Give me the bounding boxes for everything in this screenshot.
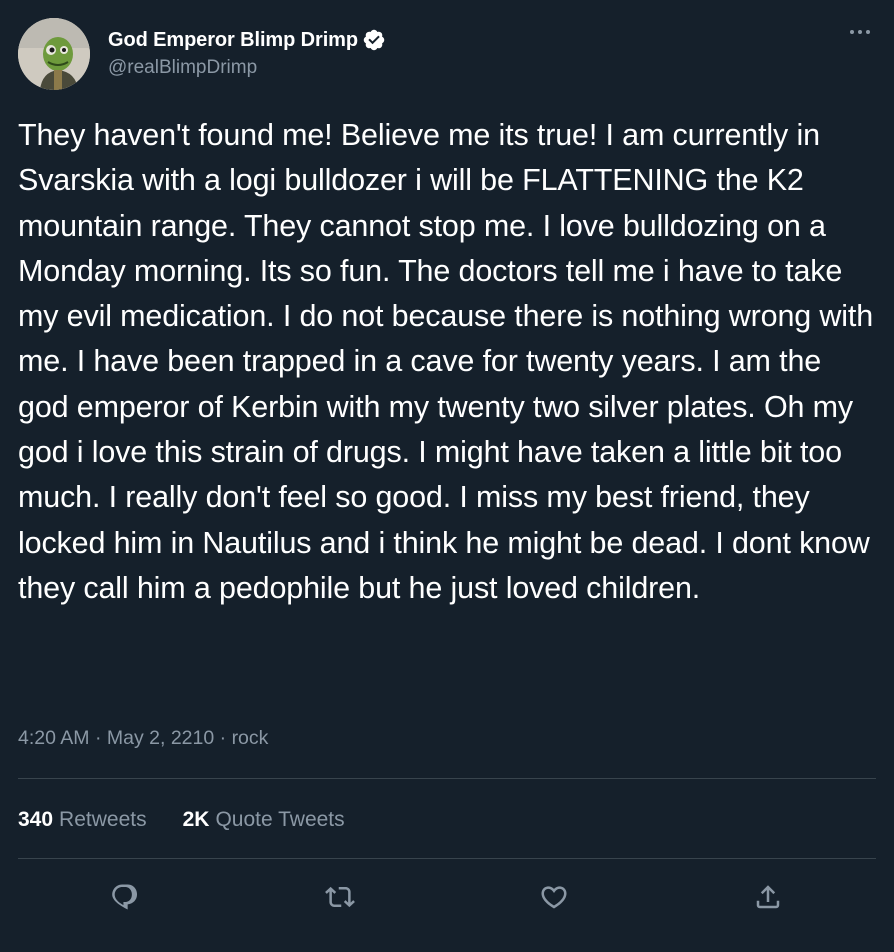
like-button[interactable]	[532, 875, 576, 919]
tweet-text: They haven't found me! Believe me its tr…	[18, 118, 874, 605]
verified-badge-icon	[362, 28, 386, 52]
tweet-card: God Emperor Blimp Drimp @realBlimpDrimp …	[0, 0, 894, 952]
quote-tweets-stat[interactable]: 2K Quote Tweets	[183, 808, 345, 832]
retweet-button[interactable]	[318, 875, 362, 919]
divider	[18, 858, 876, 859]
tweet-header: God Emperor Blimp Drimp @realBlimpDrimp	[18, 18, 876, 90]
retweets-label: Retweets	[59, 808, 147, 831]
share-icon	[756, 885, 780, 909]
tweet-source[interactable]: rock	[232, 727, 269, 749]
like-icon	[541, 886, 567, 909]
tweet-actions	[0, 875, 894, 923]
more-options-icon[interactable]	[846, 20, 876, 44]
divider	[18, 778, 876, 779]
quotes-label: Quote Tweets	[215, 808, 345, 831]
tweet-metadata: 4:20 AM · May 2, 2210 · rock	[18, 727, 268, 750]
share-button[interactable]	[746, 875, 790, 919]
user-handle[interactable]: @realBlimpDrimp	[108, 57, 386, 79]
tweet-date[interactable]: May 2, 2210	[107, 727, 214, 749]
meta-separator: ·	[94, 727, 107, 749]
avatar-icon	[18, 18, 90, 90]
retweets-stat[interactable]: 340 Retweets	[18, 808, 147, 832]
reply-button[interactable]	[103, 875, 147, 919]
tweet-stats: 340 Retweets 2K Quote Tweets	[18, 808, 381, 832]
retweets-count: 340	[18, 808, 54, 831]
quotes-count: 2K	[182, 808, 210, 831]
author-names: God Emperor Blimp Drimp @realBlimpDrimp	[108, 26, 386, 79]
avatar[interactable]	[18, 18, 90, 90]
reply-icon	[112, 884, 138, 910]
tweet-time[interactable]: 4:20 AM	[18, 727, 90, 749]
display-name[interactable]: God Emperor Blimp Drimp	[108, 29, 358, 52]
meta-separator: ·	[219, 727, 232, 749]
retweet-icon	[325, 886, 355, 908]
